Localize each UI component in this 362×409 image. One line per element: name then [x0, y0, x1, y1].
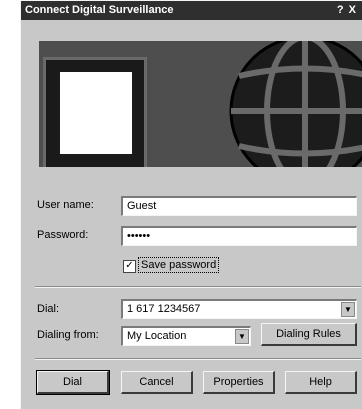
dialing-rules-button[interactable]: Dialing Rules	[261, 323, 357, 346]
connect-dialog: Connect Digital Surveillance ? X User na…	[20, 0, 362, 409]
username-label: User name:	[37, 199, 94, 211]
dialing-from-value: My Location	[127, 330, 187, 342]
monitor-screen	[60, 72, 132, 154]
window-title: Connect Digital Surveillance	[25, 4, 174, 16]
properties-button[interactable]: Properties	[203, 371, 275, 394]
help-button[interactable]: Help	[285, 371, 357, 394]
save-password-label[interactable]: Save password	[138, 257, 220, 273]
dial-button[interactable]: Dial	[36, 370, 110, 395]
dial-number-combo[interactable]: 1 617 1234567 ▼	[121, 299, 357, 319]
monitor-icon	[43, 57, 147, 167]
username-input[interactable]: Guest	[121, 196, 357, 216]
dial-label: Dial:	[37, 303, 60, 315]
separator	[35, 358, 361, 360]
dialing-from-label: Dialing from:	[37, 329, 99, 341]
save-password-checkbox[interactable]: ✓	[123, 260, 136, 273]
title-controls[interactable]: ? X	[337, 4, 357, 16]
globe-icon	[229, 41, 362, 167]
dial-dropdown-icon[interactable]: ▼	[341, 302, 355, 317]
dialing-from-dropdown-icon[interactable]: ▼	[235, 329, 249, 344]
connection-banner-image	[39, 41, 362, 167]
password-label: Password:	[37, 229, 89, 241]
title-bar[interactable]: Connect Digital Surveillance ? X	[21, 1, 362, 20]
cancel-button[interactable]: Cancel	[121, 371, 193, 394]
dial-number-value: 1 617 1234567	[127, 303, 201, 315]
dialing-from-combo[interactable]: My Location ▼	[121, 326, 251, 346]
separator	[35, 286, 361, 288]
password-input[interactable]: ••••••	[121, 226, 357, 246]
